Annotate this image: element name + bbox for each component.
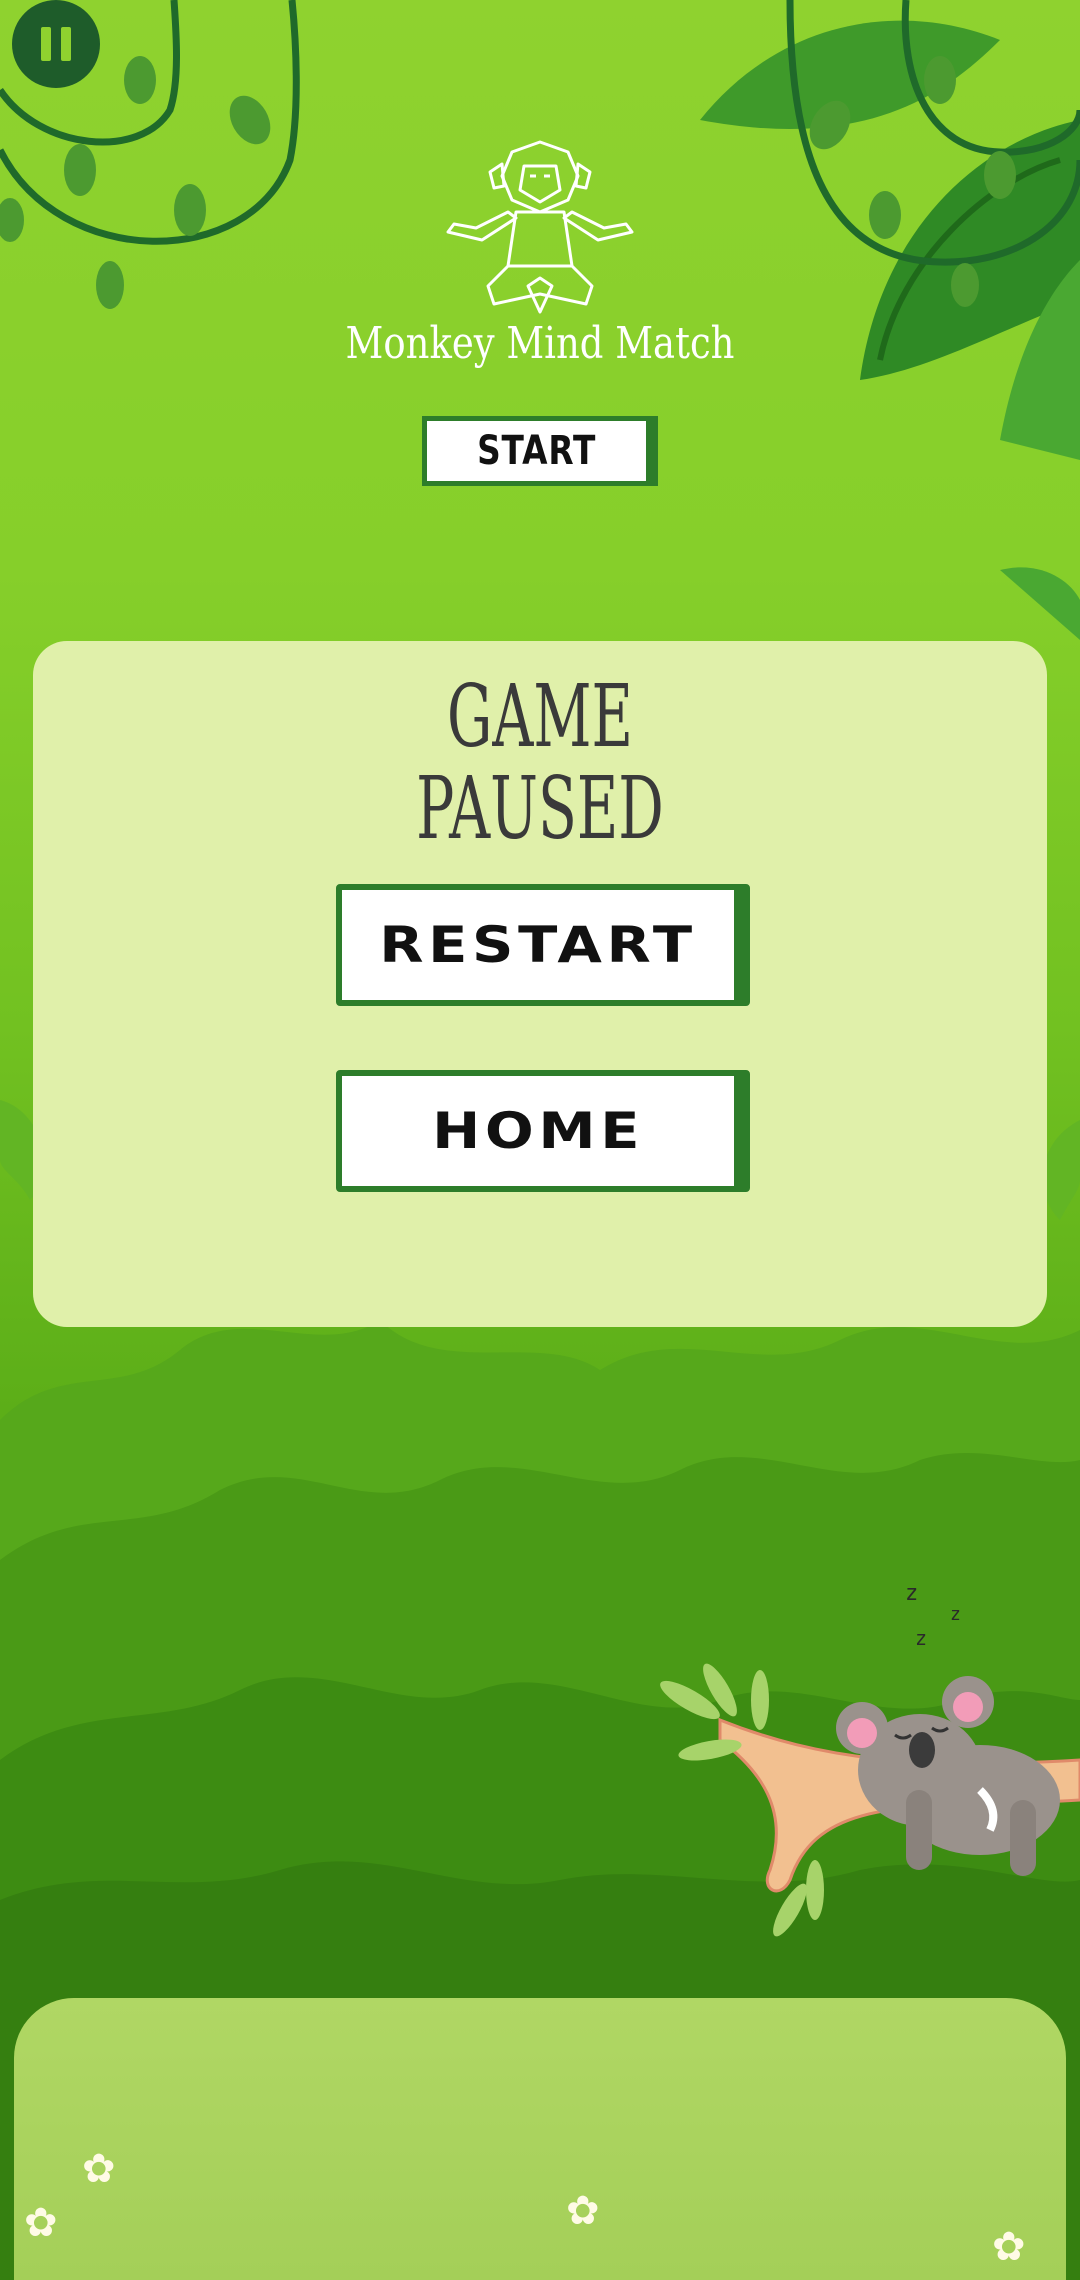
pause-dialog-title: GAME PAUSED (33, 671, 1047, 855)
pause-icon (41, 27, 51, 61)
leaf (1000, 567, 1080, 640)
pause-title-line1: GAME (447, 667, 633, 767)
svg-text:z: z (950, 1604, 961, 1625)
flower-icon: ✿ (24, 2200, 58, 2246)
pause-button[interactable] (12, 0, 100, 88)
svg-text:z: z (915, 1626, 927, 1650)
home-button[interactable]: HOME (336, 1070, 750, 1192)
start-label: START (476, 428, 597, 474)
grass-ground (14, 1998, 1066, 2280)
flower-icon: ✿ (992, 2224, 1026, 2270)
start-button[interactable]: START (422, 416, 658, 486)
sleep-z: z (905, 1581, 918, 1606)
home-label: HOME (432, 1102, 644, 1160)
pause-dialog: GAME PAUSED RESTART HOME (33, 641, 1047, 1327)
pause-title-line2: PAUSED (416, 759, 664, 859)
flower-icon: ✿ (566, 2188, 600, 2234)
flower-icon: ✿ (82, 2146, 116, 2192)
restart-label: RESTART (379, 916, 697, 974)
game-title: Monkey Mind Match (345, 318, 735, 369)
monkey-logo-icon (446, 140, 634, 314)
restart-button[interactable]: RESTART (336, 884, 750, 1006)
